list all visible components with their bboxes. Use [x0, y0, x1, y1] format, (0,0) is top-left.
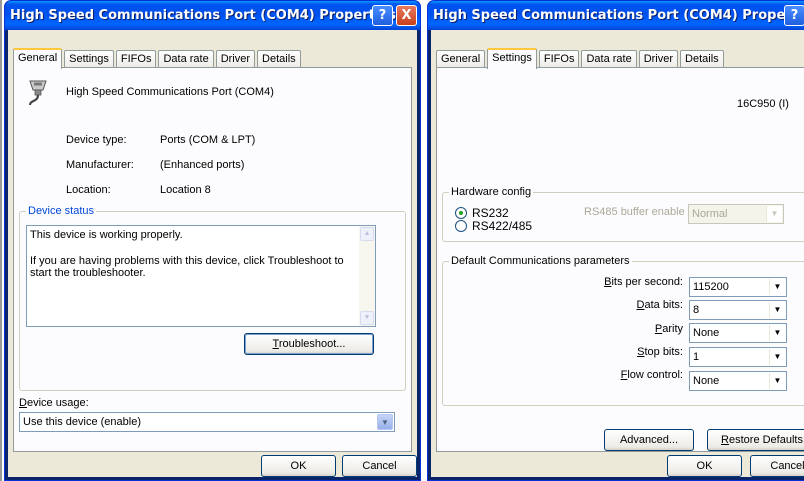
- window-title: High Speed Communications Port (COM4) Pr…: [10, 8, 396, 23]
- data-bits-select[interactable]: 8 ▼: [689, 300, 787, 320]
- cancel-button[interactable]: Cancel: [750, 455, 804, 477]
- manufacturer-value: (Enhanced ports): [160, 159, 245, 171]
- location-value: Location 8: [160, 184, 211, 196]
- parity-value: None: [693, 327, 720, 339]
- scroll-down-icon[interactable]: ▼: [360, 311, 374, 325]
- device-usage-value: Use this device (enable): [23, 416, 142, 428]
- tab-strip: General Settings FIFOs Data rate Driver …: [436, 47, 726, 69]
- stop-bits-value: 1: [693, 351, 700, 363]
- settings-panel: 16C950 (I) Hardware config RS232 RS422/4…: [436, 67, 804, 452]
- status-scrollbar[interactable]: ▲ ▼: [359, 226, 375, 326]
- properties-window-general: High Speed Communications Port (COM4) Pr…: [4, 0, 421, 481]
- manufacturer-label: Manufacturer:: [66, 159, 134, 171]
- data-bits-label: Data bits:: [636, 299, 683, 311]
- bits-per-second-label: Bits per second:: [604, 276, 683, 288]
- general-panel: High Speed Communications Port (COM4) De…: [13, 67, 412, 452]
- chevron-down-icon[interactable]: ▼: [377, 414, 393, 430]
- ok-button[interactable]: OK: [667, 455, 742, 477]
- chevron-down-icon[interactable]: ▼: [769, 325, 785, 341]
- help-icon[interactable]: ?: [784, 5, 804, 26]
- hardware-config-group: Hardware config RS232 RS422/485 RS485 bu…: [442, 186, 804, 242]
- serial-port-icon: [28, 80, 47, 106]
- tab-data-rate[interactable]: Data rate: [581, 50, 637, 68]
- rs422-radio[interactable]: [455, 220, 467, 232]
- rs232-radio[interactable]: [455, 207, 467, 219]
- ok-button[interactable]: OK: [261, 455, 336, 477]
- tab-settings[interactable]: Settings: [64, 50, 114, 68]
- location-label: Location:: [66, 184, 111, 196]
- device-status-title: Device status: [26, 205, 97, 217]
- dialog-client: General Settings FIFOs Data rate Driver …: [8, 30, 417, 477]
- tab-general[interactable]: General: [13, 48, 63, 69]
- chevron-down-icon[interactable]: ▼: [766, 206, 782, 222]
- parity-select[interactable]: None ▼: [689, 323, 787, 343]
- device-usage-label: Device usage:: [19, 397, 89, 409]
- tab-details[interactable]: Details: [680, 50, 724, 68]
- status-line-2: If you are having problems with this dev…: [30, 255, 344, 267]
- title-bar[interactable]: High Speed Communications Port (COM4) Pr…: [5, 1, 420, 30]
- tab-fifos[interactable]: FIFOs: [115, 50, 157, 68]
- rs422-label: RS422/485: [472, 219, 533, 233]
- flow-control-label: Flow control:: [620, 369, 683, 381]
- restore-defaults-button[interactable]: Restore Defaults: [707, 429, 804, 451]
- tab-strip: General Settings FIFOs Data rate Driver …: [13, 47, 303, 69]
- default-comm-params-group: Default Communications parameters Bits p…: [442, 255, 804, 406]
- cancel-button[interactable]: Cancel: [342, 455, 417, 477]
- chevron-down-icon[interactable]: ▼: [769, 302, 785, 318]
- device-status-group: Device status This device is working pro…: [19, 205, 406, 391]
- default-comm-params-title: Default Communications parameters: [449, 255, 632, 267]
- device-name: High Speed Communications Port (COM4): [66, 86, 274, 98]
- rs485-buffer-value: Normal: [692, 208, 728, 220]
- tab-data-rate[interactable]: Data rate: [158, 50, 214, 68]
- status-line-3: start the troubleshooter.: [30, 267, 146, 279]
- bits-per-second-value: 115200: [693, 281, 729, 293]
- device-usage-select[interactable]: Use this device (enable) ▼: [19, 412, 395, 432]
- tab-driver[interactable]: Driver: [215, 50, 256, 68]
- uart-type-text: 16C950 (I): [737, 98, 789, 110]
- tab-fifos[interactable]: FIFOs: [538, 50, 580, 68]
- dialog-client: General Settings FIFOs Data rate Driver …: [431, 30, 804, 477]
- status-line-1: This device is working properly.: [30, 229, 183, 241]
- troubleshoot-button[interactable]: Troubleshoot...: [244, 333, 374, 355]
- tab-settings[interactable]: Settings: [487, 48, 537, 69]
- screen-divider: [0, 0, 2, 481]
- stop-bits-select[interactable]: 1 ▼: [689, 347, 787, 367]
- close-icon[interactable]: X: [396, 5, 417, 26]
- scroll-up-icon[interactable]: ▲: [360, 227, 374, 241]
- tab-driver[interactable]: Driver: [638, 50, 679, 68]
- device-type-label: Device type:: [66, 134, 127, 146]
- flow-control-value: None: [693, 375, 720, 387]
- title-bar[interactable]: High Speed Communications Port (COM4) Pr…: [428, 1, 804, 30]
- advanced-button[interactable]: Advanced...: [604, 429, 694, 451]
- chevron-down-icon[interactable]: ▼: [769, 349, 785, 365]
- tab-general[interactable]: General: [436, 50, 486, 68]
- tab-details[interactable]: Details: [257, 50, 301, 68]
- device-type-value: Ports (COM & LPT): [160, 134, 256, 146]
- hardware-config-title: Hardware config: [449, 186, 534, 198]
- parity-label: Parity: [654, 323, 683, 335]
- flow-control-select[interactable]: None ▼: [689, 371, 787, 391]
- status-textbox[interactable]: This device is working properly. If you …: [26, 225, 376, 327]
- properties-window-settings: High Speed Communications Port (COM4) Pr…: [427, 0, 804, 481]
- window-title: High Speed Communications Port (COM4) Pr…: [433, 8, 804, 23]
- chevron-down-icon[interactable]: ▼: [769, 279, 785, 295]
- bits-per-second-select[interactable]: 115200 ▼: [689, 277, 787, 297]
- data-bits-value: 8: [693, 304, 700, 316]
- chevron-down-icon[interactable]: ▼: [769, 373, 785, 389]
- help-icon[interactable]: ?: [372, 5, 393, 26]
- rs232-label: RS232: [472, 206, 509, 220]
- stop-bits-label: Stop bits:: [637, 346, 683, 358]
- rs485-buffer-select[interactable]: Normal ▼: [688, 204, 784, 224]
- rs485-buffer-label: RS485 buffer enable: [584, 206, 685, 218]
